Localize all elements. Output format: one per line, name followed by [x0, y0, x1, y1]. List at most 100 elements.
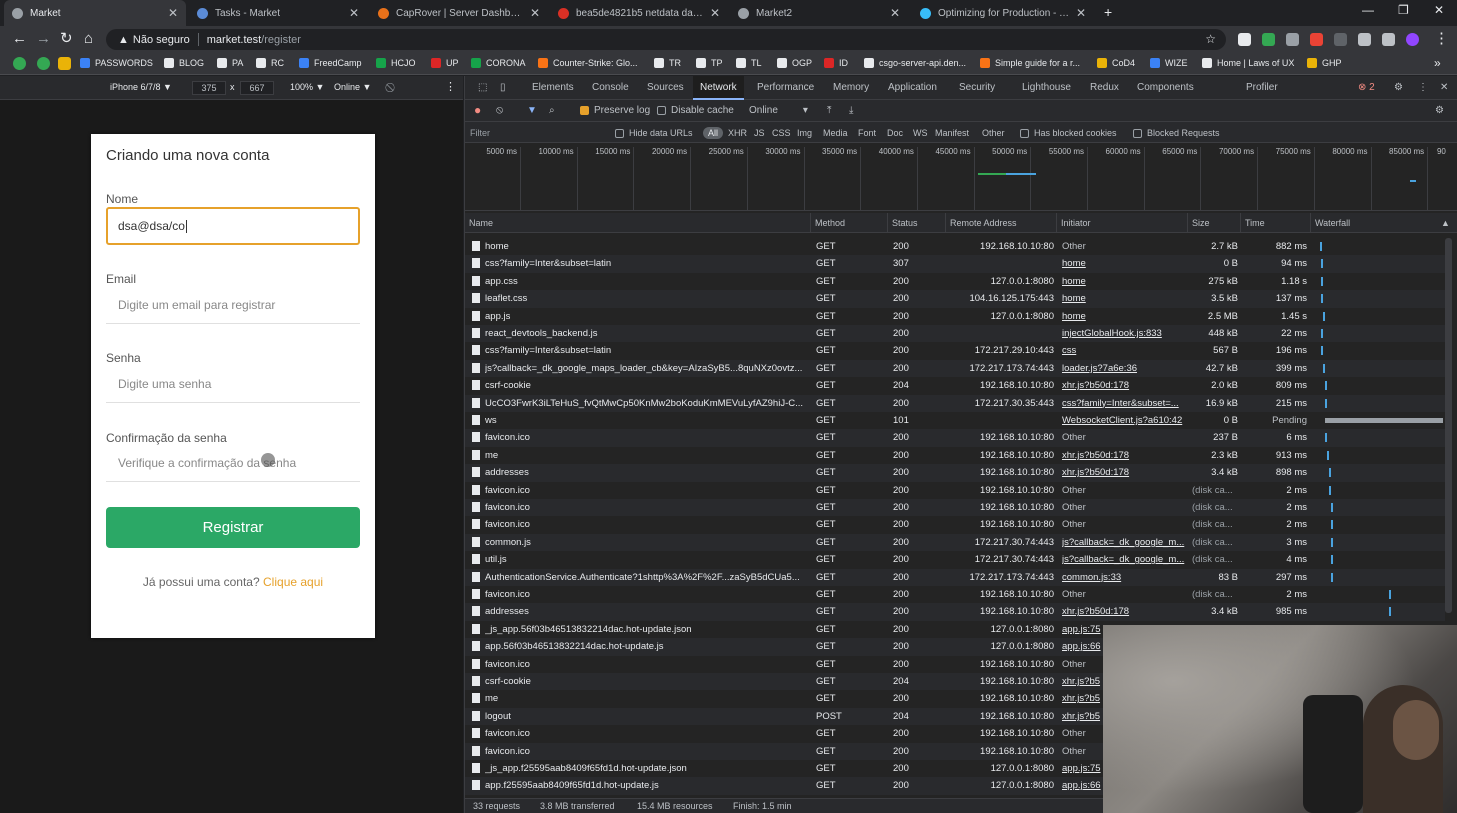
viewport-width-input[interactable]: 375 [192, 81, 226, 95]
bookmark-item[interactable]: CORONA [471, 58, 526, 68]
table-row[interactable]: me GET 200 192.168.10.10:80 xhr.js?b50d:178 2… [465, 447, 1445, 464]
blocked-cookies-checkbox[interactable]: Has blocked cookies [1020, 128, 1117, 138]
export-har-icon[interactable]: ⤓ [849, 105, 853, 116]
devtools-tab-network[interactable]: Network [693, 76, 744, 100]
bookmark-item[interactable]: TL [736, 58, 762, 68]
inspect-element-icon[interactable]: ⬚ [471, 76, 494, 100]
table-row[interactable]: util.js GET 200 172.217.30.74:443 js?callbac… [465, 551, 1445, 568]
table-row[interactable]: AuthenticationService.Authenticate?1shtt… [465, 568, 1445, 586]
column-header-time[interactable]: Time [1241, 213, 1311, 233]
clear-icon[interactable]: ⦸ [496, 104, 503, 117]
bookmark-item[interactable]: RC [256, 58, 284, 68]
preserve-log-checkbox[interactable]: Preserve log [580, 105, 650, 116]
tab-close-icon[interactable]: ✕ [710, 6, 720, 20]
column-header-waterfall[interactable]: Waterfall [1311, 213, 1457, 233]
extension-icon[interactable] [1334, 33, 1347, 46]
forward-icon[interactable]: → [36, 31, 51, 47]
type-filter-other[interactable]: Other [982, 128, 1005, 138]
filter-input[interactable]: Filter [470, 128, 490, 138]
type-filter-xhr[interactable]: XHR [728, 128, 747, 138]
check-icon[interactable] [37, 57, 50, 70]
request-initiator[interactable]: js?callback=_dk_google_m... [1062, 537, 1186, 548]
reload-icon[interactable]: ↻ [60, 31, 73, 47]
bookmark-item[interactable]: WIZE [1150, 58, 1188, 68]
address-bar[interactable]: ▲ Não seguro market.test/register ☆ [106, 29, 1226, 50]
tab-close-icon[interactable]: ✕ [1076, 6, 1086, 20]
request-initiator[interactable]: home [1062, 276, 1186, 287]
table-row[interactable]: css?family=Inter&subset=latin GET 307 home 0… [465, 255, 1445, 273]
bookmarks-overflow-icon[interactable]: » [1434, 56, 1441, 70]
maximize-button[interactable]: ❐ [1398, 3, 1409, 17]
bookmark-item[interactable]: PA [217, 58, 243, 68]
new-tab-button[interactable]: + [1104, 4, 1112, 20]
network-overview-timeline[interactable]: 5000 ms 10000 ms 15000 ms 20000 ms 25000 ms 3… [465, 143, 1457, 211]
type-filter-css[interactable]: CSS [772, 128, 791, 138]
bookmark-item[interactable]: UP [431, 58, 459, 68]
tab-close-icon[interactable]: ✕ [530, 6, 540, 20]
extension-icon[interactable] [1238, 33, 1251, 46]
back-icon[interactable]: ← [12, 31, 27, 47]
table-row[interactable]: ws GET 101 WebsocketClient.js?a610:42 0 B Pen… [465, 412, 1445, 429]
record-icon[interactable]: ● [474, 103, 481, 117]
devtools-menu-icon[interactable]: ⋮ [1411, 76, 1435, 100]
bookmark-item[interactable]: csgo-server-api.den... [864, 58, 966, 68]
home-icon[interactable]: ⌂ [84, 31, 93, 47]
table-row[interactable]: common.js GET 200 172.217.30.74:443 js?callb… [465, 533, 1445, 552]
bookmark-item[interactable]: GHP [1307, 58, 1342, 68]
request-initiator[interactable]: xhr.js?b50d:178 [1062, 380, 1186, 391]
bookmark-item[interactable]: Counter-Strike: Glo... [538, 58, 638, 68]
bookmark-item[interactable]: FreedCamp [299, 58, 362, 68]
request-initiator[interactable]: home [1062, 258, 1186, 269]
error-count-badge[interactable]: ⊗ 2 [1351, 76, 1382, 100]
devtools-tab-security[interactable]: Security [952, 76, 1002, 100]
type-filter-img[interactable]: Img [797, 128, 812, 138]
tab-close-icon[interactable]: ✕ [168, 6, 178, 20]
table-row[interactable]: home GET 200 192.168.10.10:80 Other 2.7 kB 882… [465, 238, 1445, 255]
device-toggle-icon[interactable]: ▯ [493, 76, 513, 100]
bookmark-icon[interactable] [58, 57, 71, 70]
browser-tab[interactable]: Market2 ✕ [730, 0, 908, 26]
request-initiator[interactable]: xhr.js?b50d:178 [1062, 606, 1186, 617]
tab-close-icon[interactable]: ✕ [349, 6, 359, 20]
email-field[interactable]: Digite um email para registrar [106, 286, 360, 324]
type-filter-all[interactable]: All [703, 127, 724, 139]
network-settings-icon[interactable]: ⚙ [1435, 105, 1444, 116]
column-header-status[interactable]: Status [888, 213, 946, 233]
type-filter-manifest[interactable]: Manifest [935, 128, 969, 138]
table-row[interactable]: css?family=Inter&subset=latin GET 200 172.2… [465, 342, 1445, 359]
check-icon[interactable] [13, 57, 26, 70]
type-filter-js[interactable]: JS [754, 128, 765, 138]
table-row[interactable]: addresses GET 200 192.168.10.10:80 xhr.js?b5… [465, 603, 1445, 621]
request-initiator[interactable]: css?family=Inter&subset=... [1062, 398, 1186, 409]
request-initiator[interactable]: js?callback=_dk_google_m... [1062, 554, 1186, 565]
column-header-method[interactable]: Method [811, 213, 888, 233]
puzzle-icon[interactable] [1358, 33, 1371, 46]
password-field[interactable]: Digite uma senha [106, 365, 360, 403]
browser-tab[interactable]: Market ✕ [4, 0, 186, 26]
login-link[interactable]: Clique aqui [263, 575, 323, 589]
request-initiator[interactable]: xhr.js?b50d:178 [1062, 467, 1186, 478]
bookmark-item[interactable]: CoD4 [1097, 58, 1135, 68]
table-row[interactable]: addresses GET 200 192.168.10.10:80 xhr.js?b5… [465, 464, 1445, 482]
import-har-icon[interactable]: ⤒ [827, 105, 831, 116]
reading-list-icon[interactable] [1382, 33, 1395, 46]
extension-icon[interactable] [1310, 33, 1323, 46]
device-select[interactable]: iPhone 6/7/8 ▼ [110, 82, 172, 92]
table-row[interactable]: js?callback=_dk_google_maps_loader_cb&ke… [465, 359, 1445, 378]
request-initiator[interactable]: WebsocketClient.js?a610:42 [1062, 415, 1186, 426]
table-row[interactable]: leaflet.css GET 200 104.16.125.175:443 home 3… [465, 290, 1445, 308]
column-header-size[interactable]: Size [1188, 213, 1241, 233]
browser-tab[interactable]: bea5de4821b5 netdata dashboa ✕ [550, 0, 728, 26]
request-initiator[interactable]: loader.js?7a6e:36 [1062, 363, 1186, 374]
request-initiator[interactable]: home [1062, 311, 1186, 322]
bookmark-item[interactable]: BLOG [164, 58, 204, 68]
network-throttle-select[interactable]: Online ▾ [749, 105, 808, 116]
table-row[interactable]: csrf-cookie GET 204 192.168.10.10:80 xhr.js?… [465, 377, 1445, 394]
throttle-select[interactable]: Online ▼ [334, 82, 371, 92]
scrollbar-thumb[interactable] [1445, 238, 1452, 613]
device-options-icon[interactable]: ⋮ [445, 80, 456, 93]
window-close-button[interactable]: ✕ [1434, 3, 1444, 17]
bookmark-item[interactable]: TR [654, 58, 681, 68]
profile-avatar[interactable] [1406, 33, 1419, 46]
settings-gear-icon[interactable]: ⚙ [1387, 76, 1410, 100]
